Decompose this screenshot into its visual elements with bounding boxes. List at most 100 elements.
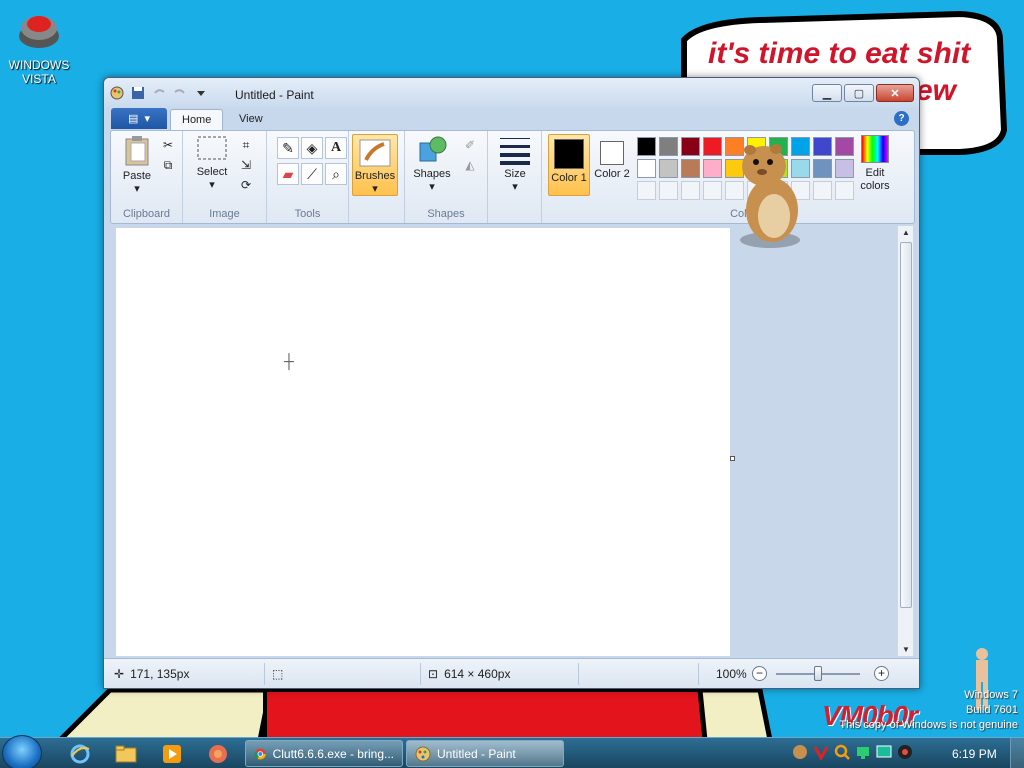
edit-colors-button[interactable]: Edit colors bbox=[853, 135, 897, 193]
ribbon-tabs: ▤ ▾ Home View ? bbox=[104, 108, 919, 130]
rotate-icon[interactable]: ⟳ bbox=[237, 176, 255, 194]
fill-shape-icon[interactable]: ◭ bbox=[461, 156, 479, 174]
undo-icon[interactable] bbox=[152, 86, 166, 100]
canvas-size-value: 614 × 460px bbox=[444, 667, 511, 681]
cursor-position: ✛ 171, 135px bbox=[114, 667, 189, 681]
brushes-button[interactable]: Brushes ▾ bbox=[352, 134, 398, 196]
size-button[interactable]: Size ▾ bbox=[496, 135, 534, 194]
palette-swatch[interactable] bbox=[813, 137, 832, 156]
scroll-down-arrow-icon[interactable]: ▼ bbox=[900, 645, 912, 654]
watermark-os: Windows 7 bbox=[964, 689, 1018, 701]
magnifier-icon[interactable]: ⌕ bbox=[325, 163, 347, 185]
canvas-resize-handle[interactable] bbox=[730, 456, 735, 461]
eraser-icon[interactable]: ▰ bbox=[277, 163, 299, 185]
scroll-up-arrow-icon[interactable]: ▲ bbox=[900, 228, 912, 237]
palette-swatch[interactable] bbox=[835, 159, 854, 178]
color-picker-icon[interactable]: ⟋ bbox=[301, 163, 323, 185]
palette-swatch[interactable] bbox=[835, 137, 854, 156]
selection-size: ⬚ bbox=[272, 667, 283, 681]
zoom-out-icon[interactable]: − bbox=[752, 666, 767, 681]
zoom-slider[interactable]: − + bbox=[752, 666, 889, 682]
scrollbar-thumb[interactable] bbox=[900, 242, 912, 608]
zoom-level-value: 100% bbox=[716, 667, 747, 681]
hamster-tray-icon[interactable] bbox=[792, 744, 808, 760]
status-divider bbox=[264, 663, 265, 685]
maximize-button[interactable]: ▢ bbox=[844, 84, 874, 102]
network-tray-icon[interactable] bbox=[855, 744, 871, 760]
color2-label: Color 2 bbox=[594, 168, 630, 180]
chevron-down-icon: ▾ bbox=[372, 183, 378, 195]
palette-swatch[interactable] bbox=[813, 159, 832, 178]
start-button[interactable] bbox=[2, 735, 42, 768]
volume-tray-icon[interactable] bbox=[897, 744, 913, 760]
zoom-thumb[interactable] bbox=[814, 666, 822, 681]
palette-swatch[interactable] bbox=[637, 159, 656, 178]
crosshair-cursor-icon: ┼ bbox=[284, 353, 294, 369]
window-controls: ▁ ▢ ✕ bbox=[812, 84, 914, 102]
speech-bubble-text: it's time to eat shit bbox=[708, 37, 971, 70]
save-icon[interactable] bbox=[131, 86, 145, 100]
select-button[interactable]: Select ▾ bbox=[191, 135, 233, 192]
taskbar-clock[interactable]: 6:19 PM bbox=[952, 747, 997, 761]
watermark-genuine-notice: This copy of Windows is not genuine bbox=[839, 719, 1018, 731]
palette-swatch-empty[interactable] bbox=[835, 181, 854, 200]
color1-button[interactable]: Color 1 bbox=[548, 134, 590, 196]
text-icon[interactable]: A bbox=[325, 137, 347, 159]
media-player-icon[interactable] bbox=[152, 742, 192, 766]
help-icon[interactable]: ? bbox=[894, 111, 909, 126]
shapes-icon bbox=[419, 136, 447, 162]
paste-button[interactable]: Paste ▾ bbox=[117, 135, 157, 196]
palette-swatch[interactable] bbox=[681, 137, 700, 156]
title-bar[interactable]: Untitled - Paint ▁ ▢ ✕ bbox=[104, 78, 919, 108]
palette-swatch[interactable] bbox=[659, 137, 678, 156]
display-tray-icon[interactable] bbox=[876, 744, 892, 760]
palette-swatch-empty[interactable] bbox=[637, 181, 656, 200]
shapes-label: Shapes bbox=[413, 168, 451, 180]
resize-icon[interactable]: ⇲ bbox=[237, 156, 255, 174]
paste-label: Paste bbox=[122, 170, 152, 182]
customize-qat-icon[interactable] bbox=[194, 86, 208, 100]
show-desktop-button[interactable] bbox=[1010, 738, 1024, 768]
group-label-tools: Tools bbox=[294, 208, 321, 220]
palette-swatch[interactable] bbox=[681, 159, 700, 178]
app-icon[interactable] bbox=[198, 742, 238, 766]
status-divider bbox=[698, 663, 699, 685]
pencil-icon[interactable]: ✎ bbox=[277, 137, 299, 159]
file-explorer-icon[interactable] bbox=[106, 742, 146, 766]
tab-home[interactable]: Home bbox=[170, 109, 224, 130]
menu-icon: ▤ bbox=[128, 113, 139, 125]
vertical-scrollbar[interactable]: ▲ ▼ bbox=[897, 226, 913, 656]
fill-icon[interactable]: ◈ bbox=[301, 137, 323, 159]
outline-icon[interactable]: ✐ bbox=[461, 136, 479, 154]
search-tray-icon[interactable] bbox=[834, 744, 850, 760]
quick-access-toolbar bbox=[110, 86, 208, 100]
palette-swatch-empty[interactable] bbox=[659, 181, 678, 200]
close-button[interactable]: ✕ bbox=[876, 84, 914, 102]
cut-icon[interactable]: ✂ bbox=[159, 136, 177, 154]
palette-swatch-empty[interactable] bbox=[681, 181, 700, 200]
paint-app-icon[interactable] bbox=[110, 86, 124, 100]
palette-swatch[interactable] bbox=[637, 137, 656, 156]
cursor-position-value: 171, 135px bbox=[130, 667, 190, 681]
watermark-build: Build 7601 bbox=[966, 704, 1018, 716]
internet-explorer-icon[interactable] bbox=[60, 742, 100, 766]
redo-icon[interactable] bbox=[173, 86, 187, 100]
palette-swatch[interactable] bbox=[659, 159, 678, 178]
zoom-in-icon[interactable]: + bbox=[874, 666, 889, 681]
paint-menu-button[interactable]: ▤ ▾ bbox=[111, 108, 167, 129]
palette-swatch-empty[interactable] bbox=[813, 181, 832, 200]
shapes-button[interactable]: Shapes ▾ bbox=[411, 135, 453, 194]
taskbar-chrome-window[interactable]: Clutt6.6.6.exe - bring... bbox=[245, 740, 403, 767]
crop-icon[interactable]: ⌗ bbox=[237, 136, 255, 154]
v-tray-icon[interactable] bbox=[813, 744, 829, 760]
taskbar-paint-window[interactable]: Untitled - Paint bbox=[406, 740, 564, 767]
tab-view[interactable]: View bbox=[228, 109, 274, 130]
desktop-icon-windows-vista[interactable]: WINDOWS VISTA bbox=[6, 6, 72, 86]
minimize-button[interactable]: ▁ bbox=[812, 84, 842, 102]
hamster-image bbox=[740, 144, 800, 248]
color2-swatch bbox=[600, 141, 624, 165]
color1-swatch bbox=[554, 139, 584, 169]
color2-button[interactable]: Color 2 bbox=[593, 134, 631, 196]
drawing-canvas[interactable]: ┼ bbox=[116, 228, 730, 656]
copy-icon[interactable]: ⧉ bbox=[159, 156, 177, 174]
